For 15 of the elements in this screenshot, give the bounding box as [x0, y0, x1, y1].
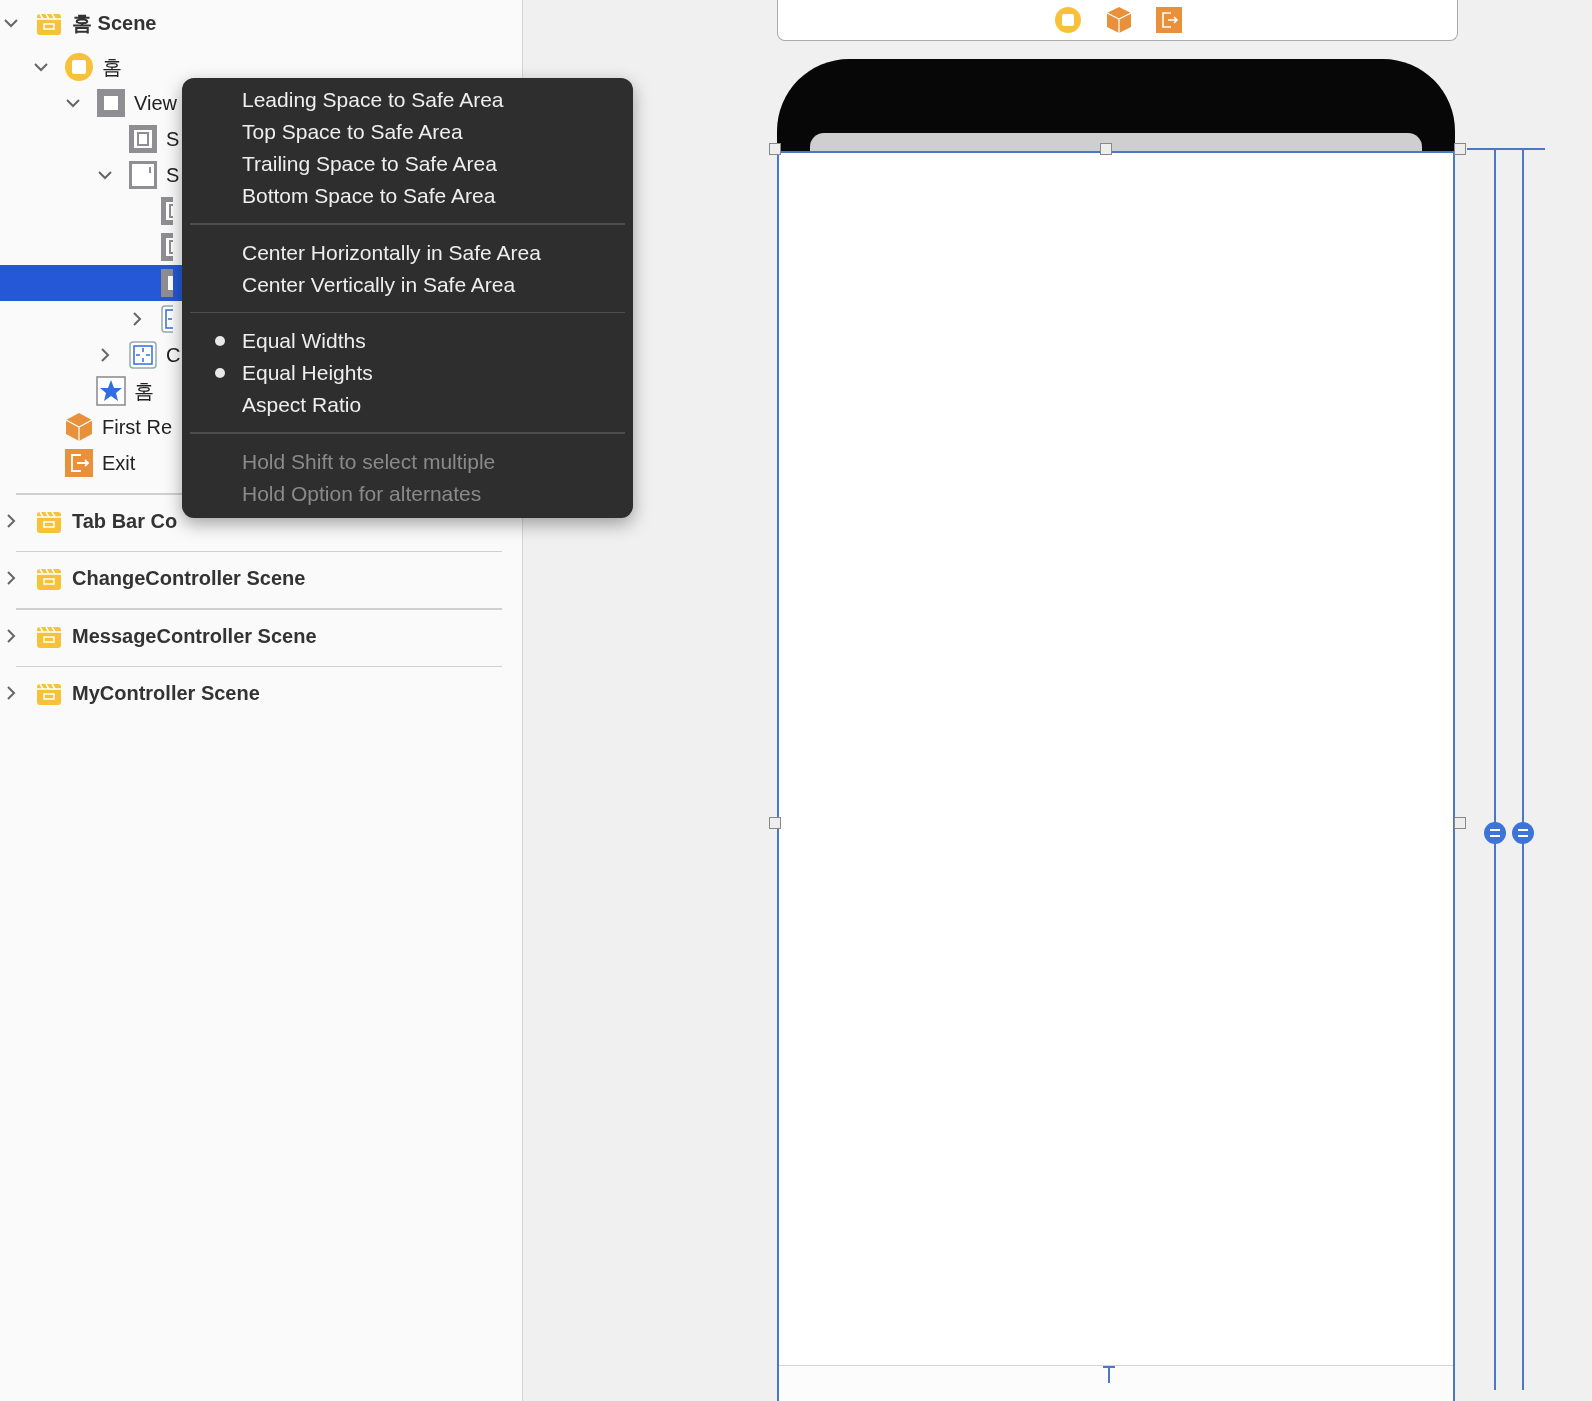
outline-label: View: [134, 91, 177, 116]
outline-label: 홈: [102, 55, 122, 80]
outline-label: MessageController Scene: [72, 623, 317, 649]
outline-label: ChangeController Scene: [72, 566, 306, 591]
menu-item: Hold Shift to select multiple: [241, 448, 497, 475]
outline-label: S: [166, 127, 180, 152]
outline-label: Tab Bar Co: [72, 508, 178, 534]
outline-label: C: [166, 343, 181, 368]
outline-label: First Re: [102, 415, 172, 440]
outline-label: 홈 Scene: [72, 11, 157, 36]
outline-label: MyController Scene: [72, 681, 260, 706]
outline-label: 홈: [134, 379, 154, 404]
outline-label: Exit: [102, 451, 136, 476]
outline-label: S: [166, 163, 180, 188]
menu-item: Hold Option for alternates: [241, 480, 483, 507]
